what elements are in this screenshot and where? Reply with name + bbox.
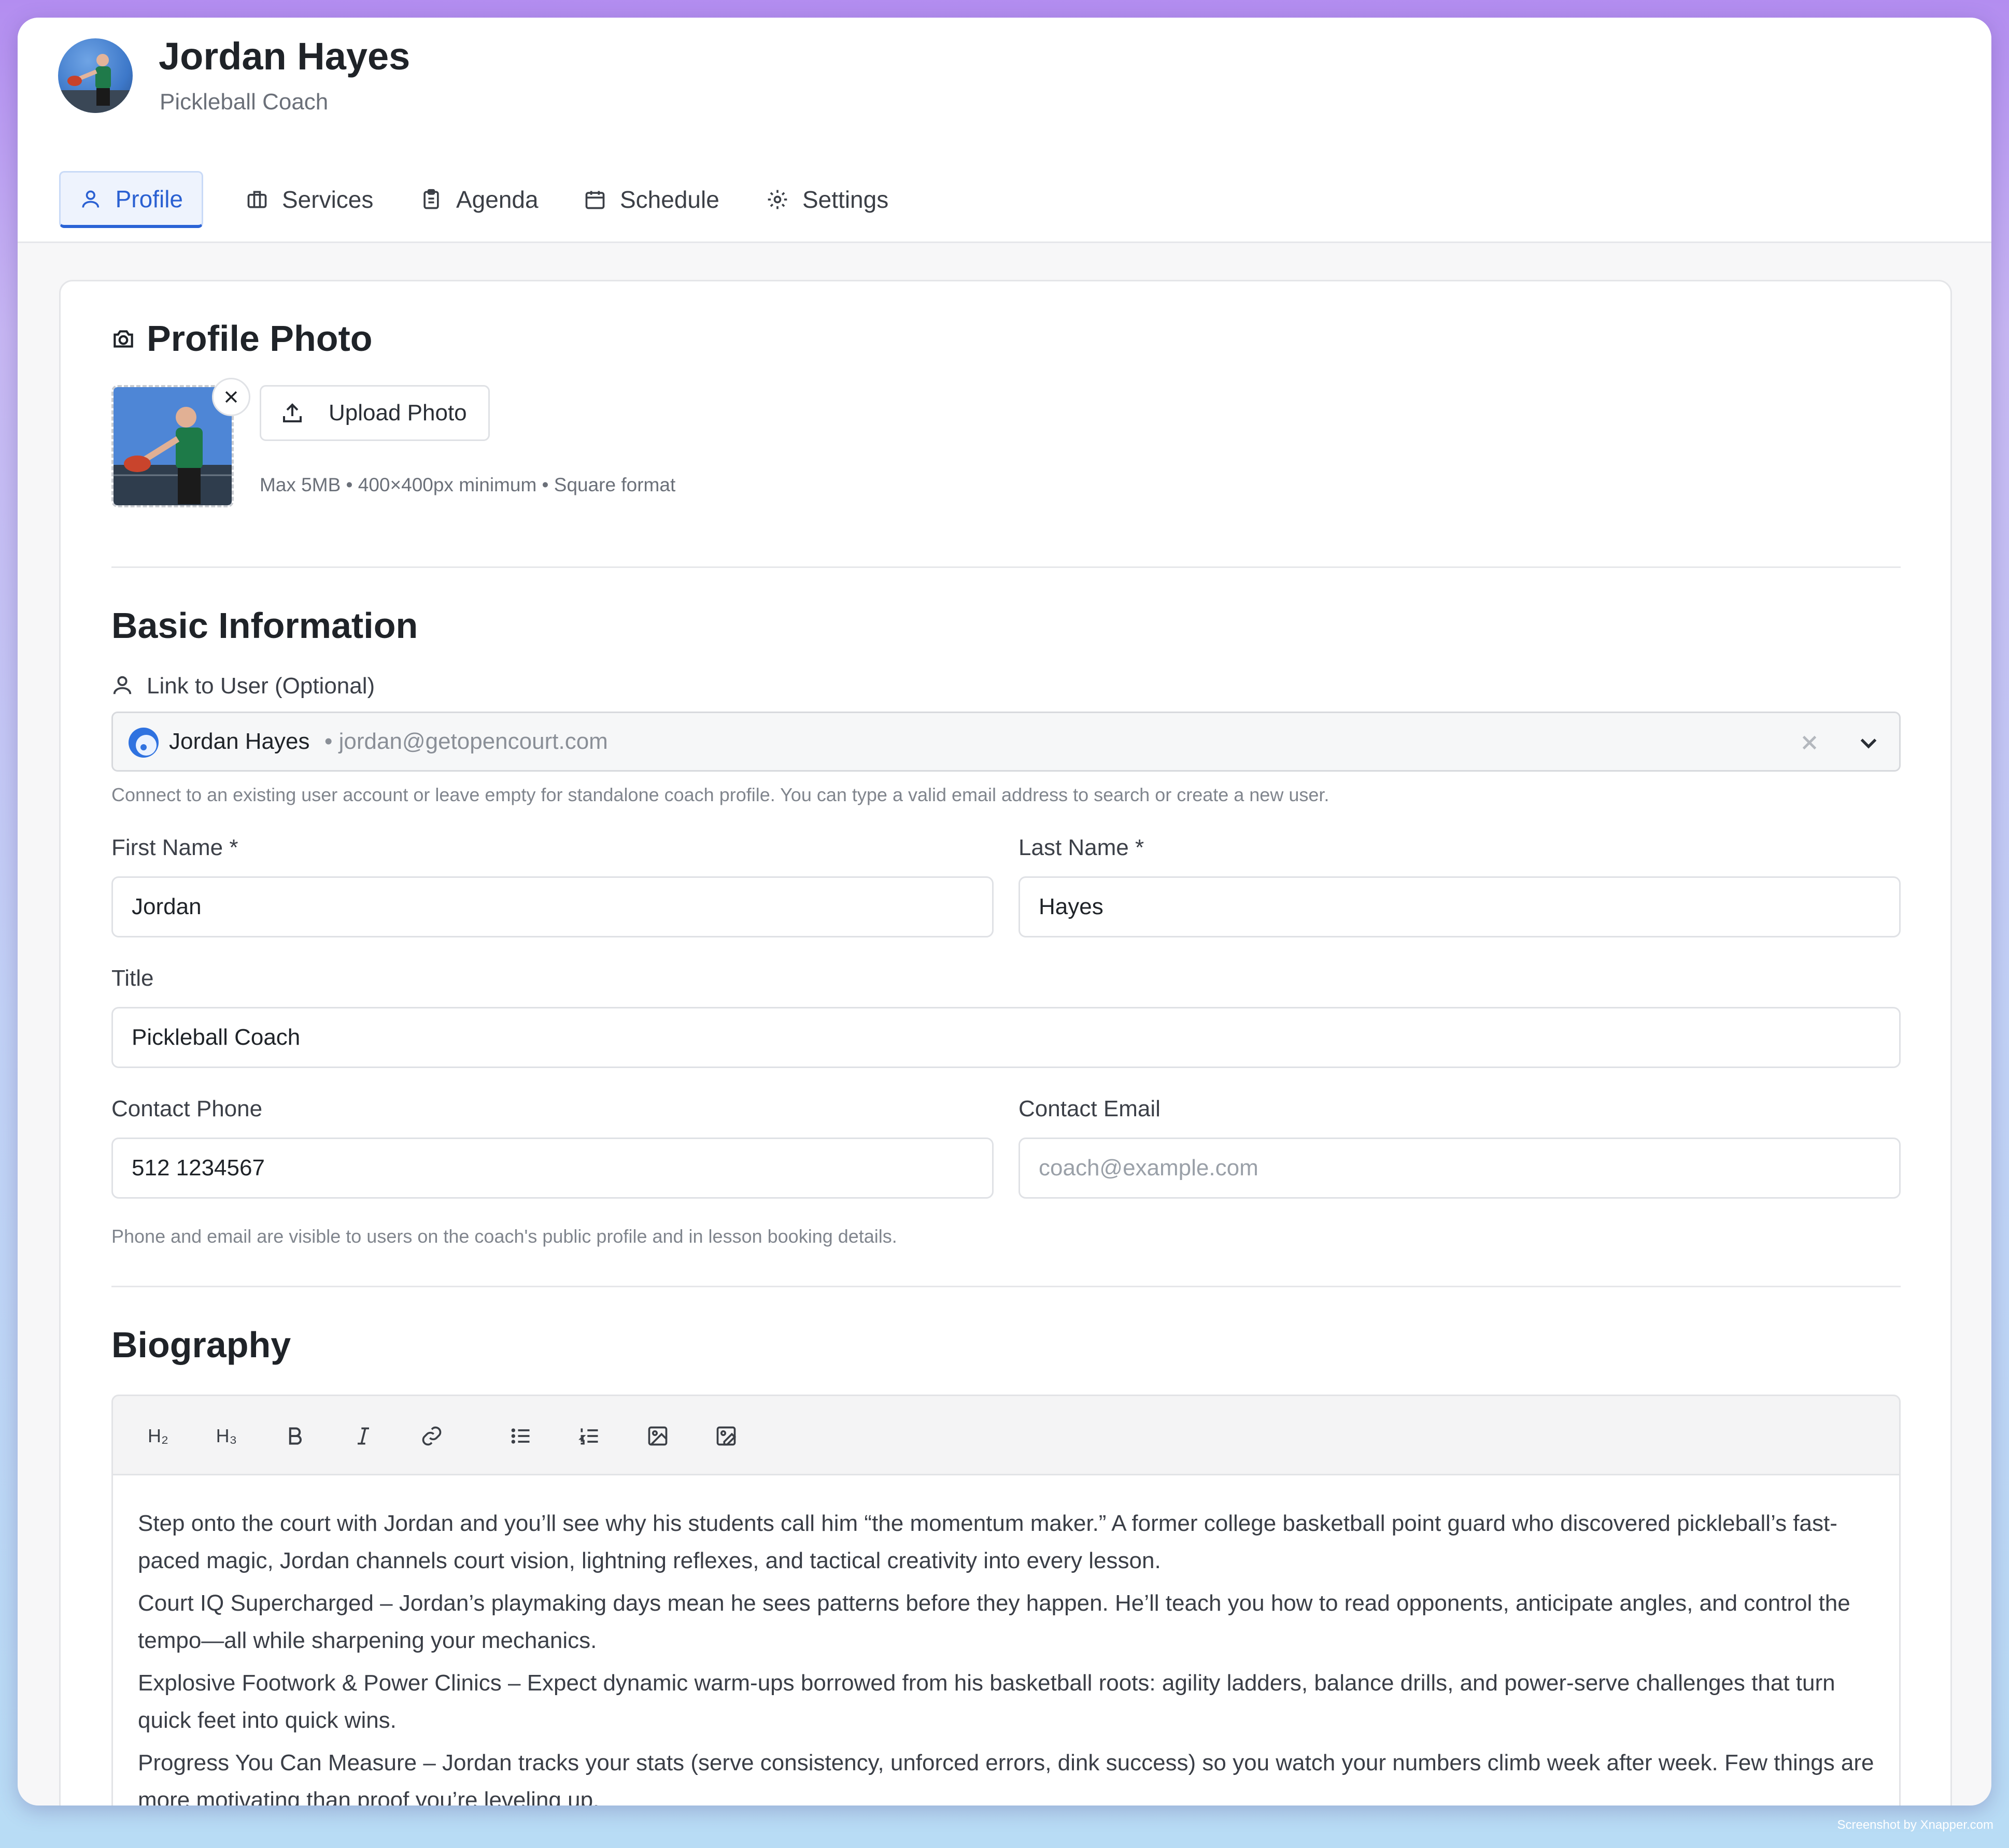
email-label: Contact Email bbox=[1018, 1096, 1161, 1121]
link-user-label: Link to User (Optional) bbox=[147, 673, 375, 699]
title-label: Title bbox=[111, 965, 154, 991]
upload-photo-label: Upload Photo bbox=[329, 400, 467, 425]
clear-selection-button[interactable] bbox=[1798, 731, 1821, 755]
bullet-list-icon bbox=[511, 1428, 530, 1444]
link-user-select[interactable]: Jordan Hayes • jordan@getopencourt.com bbox=[111, 712, 1901, 772]
insert-image-button[interactable] bbox=[641, 1419, 675, 1453]
section-divider bbox=[111, 1286, 1901, 1287]
bio-paragraph: Court IQ Supercharged – Jordan’s playmak… bbox=[138, 1590, 1850, 1653]
clipboard-icon bbox=[423, 189, 439, 209]
editor-toolbar: H₂ H₃ bbox=[111, 1395, 1901, 1475]
gear-icon bbox=[768, 190, 787, 209]
italic-icon bbox=[358, 1427, 369, 1445]
phone-label: Contact Phone bbox=[111, 1096, 263, 1121]
link-user-hint: Connect to an existing user account or l… bbox=[111, 784, 1329, 805]
tab-agenda[interactable]: Agenda bbox=[401, 171, 557, 228]
link-button[interactable] bbox=[415, 1419, 449, 1453]
linked-user-email: • jordan@getopencourt.com bbox=[324, 729, 608, 754]
italic-button[interactable] bbox=[346, 1419, 380, 1453]
bio-paragraph: Progress You Can Measure – Jordan tracks… bbox=[138, 1750, 1874, 1806]
h3-label: H₃ bbox=[216, 1425, 237, 1446]
dropdown-toggle[interactable] bbox=[1857, 731, 1880, 755]
coach-name: Jordan Hayes bbox=[159, 35, 411, 78]
h2-label: H₂ bbox=[148, 1425, 168, 1446]
image-edit-icon bbox=[716, 1426, 737, 1446]
numbered-list-button[interactable] bbox=[572, 1419, 606, 1453]
tab-schedule[interactable]: Schedule bbox=[565, 171, 738, 228]
camera-icon bbox=[114, 330, 133, 348]
last-name-label: Last Name * bbox=[1018, 835, 1144, 860]
watermark: Screenshot by Xnapper.com bbox=[1837, 1818, 1993, 1832]
calendar-icon bbox=[585, 191, 605, 209]
bold-icon bbox=[289, 1427, 302, 1445]
heading2-button[interactable]: H₂ bbox=[141, 1419, 175, 1453]
profile-photo-title: Profile Photo bbox=[147, 318, 373, 359]
tab-settings[interactable]: Settings bbox=[747, 171, 907, 228]
phone-input[interactable] bbox=[111, 1138, 994, 1199]
remove-photo-button[interactable] bbox=[212, 378, 250, 416]
contact-visibility-hint: Phone and email are visible to users on … bbox=[111, 1226, 897, 1247]
upload-icon bbox=[283, 403, 302, 422]
chevron-down-icon bbox=[1860, 738, 1877, 749]
briefcase-icon bbox=[247, 191, 267, 208]
title-input[interactable] bbox=[111, 1007, 1901, 1068]
first-name-label: First Name * bbox=[111, 835, 238, 860]
tab-bar: Profile Services Agenda Schedule Setting… bbox=[18, 158, 1991, 243]
user-icon bbox=[82, 190, 100, 208]
upload-photo-button[interactable]: Upload Photo bbox=[260, 385, 490, 441]
first-name-input[interactable] bbox=[111, 876, 994, 937]
coach-title: Pickleball Coach bbox=[160, 89, 329, 115]
bio-paragraph: Step onto the court with Jordan and you’… bbox=[138, 1511, 1837, 1573]
basic-info-title: Basic Information bbox=[111, 605, 418, 646]
biography-editor[interactable]: Step onto the court with Jordan and you’… bbox=[111, 1474, 1901, 1806]
tab-label: Settings bbox=[802, 186, 889, 213]
app-window: Jordan Hayes Pickleball Coach Profile Se… bbox=[18, 18, 1991, 1806]
coach-avatar bbox=[58, 38, 133, 113]
image-icon bbox=[648, 1426, 668, 1446]
tab-label: Profile bbox=[115, 185, 183, 212]
biography-title: Biography bbox=[111, 1325, 291, 1365]
numbered-list-icon bbox=[578, 1428, 598, 1445]
photo-requirements: Max 5MB • 400×400px minimum • Square for… bbox=[260, 474, 676, 495]
last-name-input[interactable] bbox=[1018, 876, 1901, 937]
profile-header: Jordan Hayes Pickleball Coach bbox=[18, 18, 1991, 159]
close-icon bbox=[225, 391, 237, 403]
email-input[interactable] bbox=[1018, 1138, 1901, 1199]
close-icon bbox=[1802, 735, 1817, 750]
tab-profile[interactable]: Profile bbox=[59, 171, 203, 228]
user-icon bbox=[113, 676, 132, 694]
link-icon bbox=[422, 1426, 442, 1446]
profile-form-card: Profile Photo Upload Photo Max 5MB • 400… bbox=[59, 280, 1952, 1806]
bio-paragraph: Explosive Footwork & Power Clinics – Exp… bbox=[138, 1670, 1835, 1733]
tab-label: Schedule bbox=[620, 186, 719, 213]
linked-user-name: Jordan Hayes bbox=[169, 729, 310, 754]
tab-label: Agenda bbox=[456, 186, 539, 213]
edit-image-button[interactable] bbox=[709, 1419, 743, 1453]
tab-label: Services bbox=[282, 186, 374, 213]
linked-user-avatar bbox=[129, 728, 159, 758]
section-divider bbox=[111, 566, 1901, 568]
tab-services[interactable]: Services bbox=[227, 171, 392, 228]
bullet-list-button[interactable] bbox=[504, 1419, 538, 1453]
heading3-button[interactable]: H₃ bbox=[209, 1419, 244, 1453]
bold-button[interactable] bbox=[278, 1419, 312, 1453]
